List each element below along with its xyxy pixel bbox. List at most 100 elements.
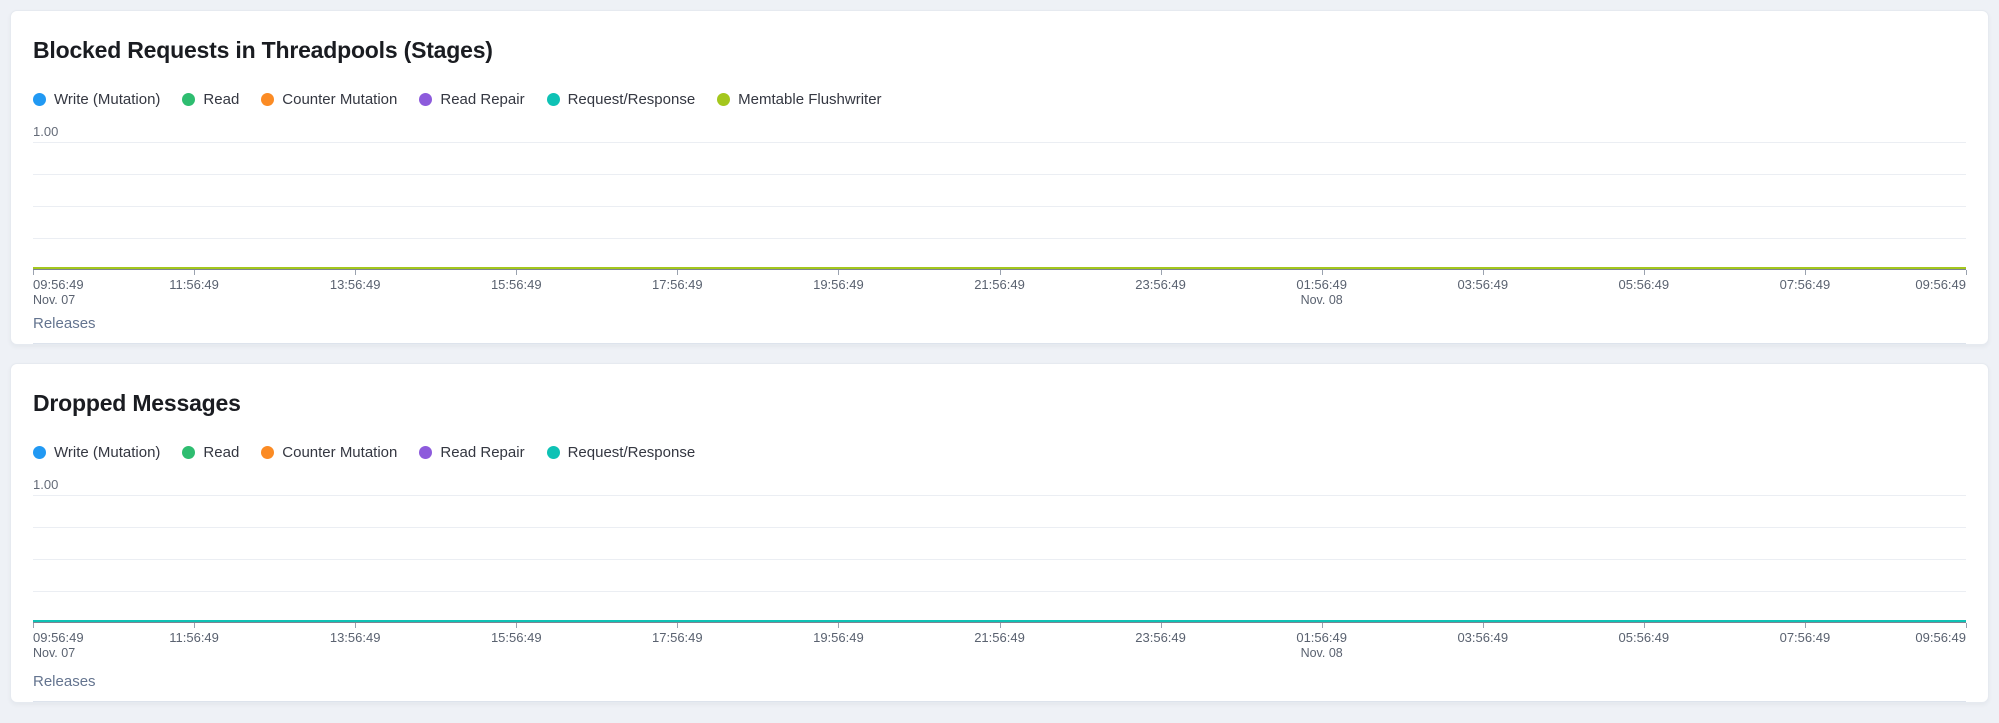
tick-label: 17:56:49 [652,277,703,292]
tick-label: 15:56:49 [491,630,542,645]
legend-dot-icon [419,446,432,459]
legend-label: Request/Response [568,91,696,108]
tick-label: 03:56:49 [1457,630,1508,645]
x-axis: 09:56:49Nov. 0711:56:4913:56:4915:56:491… [33,270,1966,312]
tick-time: 03:56:49 [1457,630,1508,645]
legend-dot-icon [33,93,46,106]
gridline [33,238,1966,239]
chart-panel-0: Blocked Requests in Threadpools (Stages)… [10,10,1989,345]
tick-label: 01:56:49Nov. 08 [1296,277,1347,307]
x-axis: 09:56:49Nov. 0711:56:4913:56:4915:56:491… [33,623,1966,665]
tick-mark [1805,623,1806,628]
releases-row: Releases [33,671,1966,702]
tick-time: 01:56:49 [1296,630,1347,645]
gridline [33,527,1966,528]
tick-mark [1161,623,1162,628]
tick-label: 11:56:49 [169,630,219,645]
legend-label: Memtable Flushwriter [738,91,881,108]
tick-mark [1000,623,1001,628]
tick-mark [355,623,356,628]
tick-label: 11:56:49 [169,277,219,292]
tick-time: 21:56:49 [974,630,1025,645]
releases-link[interactable]: Releases [33,671,100,696]
legend-dot-icon [182,93,195,106]
tick-mark [1644,623,1645,628]
tick-label: 09:56:49Nov. 07 [33,630,84,660]
plot-area[interactable] [33,142,1966,270]
tick-mark [1161,270,1162,275]
tick-mark [1483,270,1484,275]
tick-mark [1966,270,1967,275]
tick-time: 15:56:49 [491,630,542,645]
tick-mark [1322,270,1323,275]
tick-mark [516,270,517,275]
tick-sub-label: Nov. 08 [1296,646,1347,660]
legend-item[interactable]: Request/Response [547,91,696,108]
zero-value-series-line [33,620,1966,622]
tick-sub-label: Nov. 08 [1296,293,1347,307]
y-axis-top-label: 1.00 [33,477,1972,492]
tick-time: 13:56:49 [330,630,381,645]
tick-mark [838,623,839,628]
tick-time: 03:56:49 [1457,277,1508,292]
tick-time: 09:56:49 [1915,277,1966,292]
legend-item[interactable]: Write (Mutation) [33,91,160,108]
legend-item[interactable]: Read Repair [419,444,524,461]
tick-sub-label: Nov. 07 [33,646,84,660]
tick-label: 19:56:49 [813,277,864,292]
legend: Write (Mutation) Read Counter Mutation Read… [33,444,1972,461]
legend-item[interactable]: Memtable Flushwriter [717,91,881,108]
tick-time: 19:56:49 [813,630,864,645]
tick-time: 13:56:49 [330,277,381,292]
releases-link[interactable]: Releases [33,313,100,338]
tick-label: 07:56:49 [1780,630,1831,645]
tick-mark [677,270,678,275]
tick-time: 01:56:49 [1296,277,1347,292]
tick-mark [194,623,195,628]
tick-label: 03:56:49 [1457,277,1508,292]
tick-label: 15:56:49 [491,277,542,292]
legend-item[interactable]: Read Repair [419,91,524,108]
legend-item[interactable]: Request/Response [547,444,696,461]
legend-label: Read Repair [440,91,524,108]
tick-label: 23:56:49 [1135,630,1186,645]
tick-time: 19:56:49 [813,277,864,292]
tick-mark [1644,270,1645,275]
legend-item[interactable]: Read [182,444,239,461]
gridline [33,591,1966,592]
tick-label: 01:56:49Nov. 08 [1296,630,1347,660]
tick-time: 07:56:49 [1780,277,1831,292]
releases-row: Releases [33,313,1966,344]
tick-mark [33,270,34,275]
legend-item[interactable]: Write (Mutation) [33,444,160,461]
tick-label: 07:56:49 [1780,277,1831,292]
chart-panel-1: Dropped MessagesWrite (Mutation)ReadCoun… [10,363,1989,703]
tick-mark [677,623,678,628]
legend-item[interactable]: Counter Mutation [261,444,397,461]
tick-mark [33,623,34,628]
tick-mark [1322,623,1323,628]
tick-time: 09:56:49 [33,630,84,645]
legend-dot-icon [547,93,560,106]
tick-mark [1805,270,1806,275]
legend-item[interactable]: Read [182,91,239,108]
legend-label: Counter Mutation [282,444,397,461]
legend-label: Read Repair [440,444,524,461]
tick-time: 23:56:49 [1135,630,1186,645]
tick-time: 15:56:49 [491,277,542,292]
tick-label: 13:56:49 [330,277,381,292]
tick-label: 05:56:49 [1619,630,1670,645]
legend-dot-icon [33,446,46,459]
plot-area[interactable] [33,495,1966,623]
tick-mark [516,623,517,628]
dashboard: Blocked Requests in Threadpools (Stages)… [0,10,1999,703]
legend-label: Read [203,444,239,461]
gridline [33,559,1966,560]
legend-dot-icon [261,93,274,106]
legend-item[interactable]: Counter Mutation [261,91,397,108]
tick-mark [838,270,839,275]
legend-label: Write (Mutation) [54,91,160,108]
tick-time: 23:56:49 [1135,277,1186,292]
gridline [33,142,1966,143]
tick-label: 09:56:49 [1915,630,1966,645]
